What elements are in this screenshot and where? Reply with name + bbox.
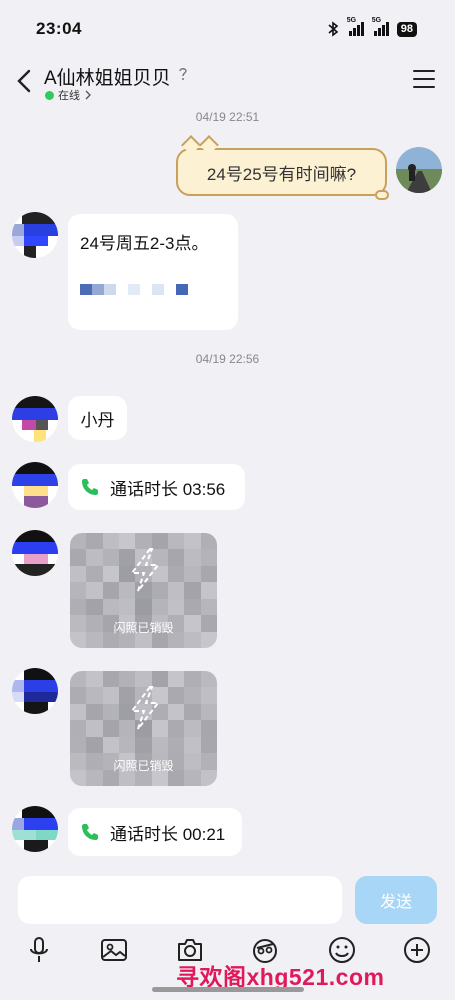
contact-avatar[interactable] <box>12 462 58 508</box>
incoming-message-bubble[interactable]: 24号周五2-3点。 <box>68 214 238 330</box>
home-indicator <box>152 987 304 992</box>
outgoing-message-bubble[interactable]: 24号25号有时间嘛? <box>176 135 389 200</box>
chat-title[interactable]: A仙林姐姐贝贝 <box>44 63 171 90</box>
contact-avatar[interactable] <box>12 396 58 442</box>
status-bar: 23:04 5G 5G 98 <box>0 0 455 56</box>
contact-avatar[interactable] <box>12 530 58 576</box>
online-status[interactable]: 在线 <box>45 87 92 103</box>
flash-photo-bubble[interactable]: 闪照已销毁 <box>70 671 217 786</box>
message-text: 24号25号有时间嘛? <box>206 164 357 184</box>
signal-icon: 5G <box>372 17 389 36</box>
battery-icon: 98 <box>396 21 417 37</box>
help-icon[interactable] <box>176 66 190 82</box>
send-button[interactable]: 发送 <box>355 876 437 924</box>
contact-avatar[interactable] <box>12 806 58 852</box>
bluetooth-icon <box>328 21 339 37</box>
signal-icon: 5G <box>347 17 364 36</box>
flash-bolt-icon <box>130 686 161 730</box>
contact-avatar[interactable] <box>12 212 58 258</box>
microphone-icon[interactable] <box>24 935 54 965</box>
chevron-right-icon <box>85 90 91 100</box>
call-record-bubble[interactable]: 通话时长 00:21 <box>68 808 242 856</box>
blurred-text <box>80 284 188 295</box>
flash-bolt-icon <box>130 548 161 592</box>
message-input[interactable] <box>18 876 342 924</box>
flash-destroyed-label: 闪照已销毁 <box>113 621 174 635</box>
timestamp: 04/19 22:56 <box>195 352 260 366</box>
menu-icon[interactable] <box>413 70 435 88</box>
phone-icon <box>82 479 98 495</box>
timestamp: 04/19 22:51 <box>195 110 260 124</box>
message-text: 小丹 <box>80 410 115 430</box>
call-record-bubble[interactable]: 通话时长 03:56 <box>68 464 245 510</box>
online-label: 在线 <box>58 90 80 102</box>
incoming-message-bubble[interactable]: 小丹 <box>68 396 127 440</box>
flash-destroyed-label: 闪照已销毁 <box>113 759 174 773</box>
back-icon[interactable] <box>14 68 34 94</box>
phone-icon <box>82 824 98 840</box>
status-time: 23:04 <box>36 19 82 38</box>
online-dot <box>45 90 54 100</box>
message-text: 24号周五2-3点。 <box>80 234 209 253</box>
call-duration: 通话时长 00:21 <box>110 824 226 844</box>
image-icon[interactable] <box>99 935 129 965</box>
chat-header: A仙林姐姐贝贝 在线 <box>0 56 455 106</box>
self-avatar[interactable] <box>396 147 442 193</box>
input-bar: 发送 <box>0 872 455 932</box>
call-duration: 通话时长 03:56 <box>110 479 226 499</box>
plus-icon[interactable] <box>402 935 432 965</box>
flash-photo-bubble[interactable]: 闪照已销毁 <box>70 533 217 648</box>
contact-avatar[interactable] <box>12 668 58 714</box>
status-icons: 5G 5G 98 <box>327 17 417 37</box>
